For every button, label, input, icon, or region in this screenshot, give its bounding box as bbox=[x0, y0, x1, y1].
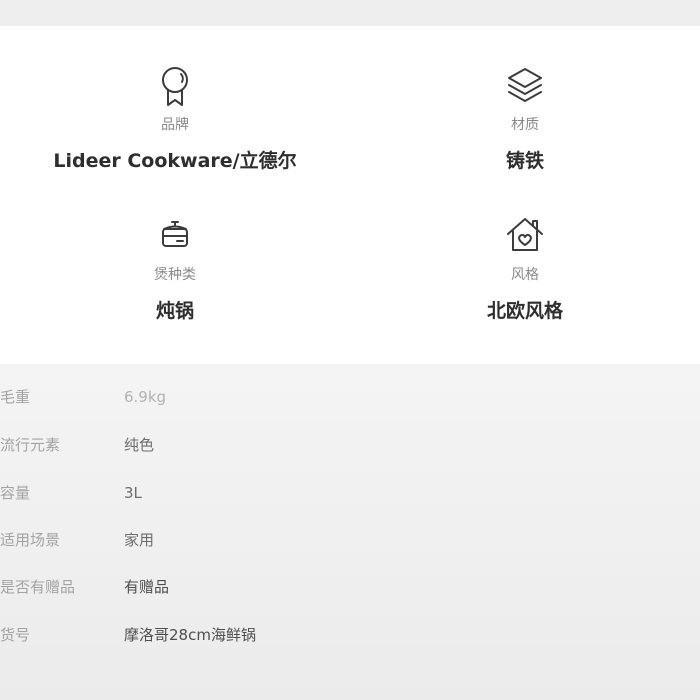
spec-value: 家用 bbox=[124, 531, 155, 549]
spec-key: 流行元素 bbox=[0, 436, 61, 454]
home-heart-icon bbox=[505, 214, 545, 260]
layers-icon bbox=[505, 64, 545, 110]
spec-value: 摩洛哥28cm海鲜锅 bbox=[124, 626, 256, 644]
attribute-label: 风格 bbox=[511, 267, 539, 283]
attribute-value: 北欧风格 bbox=[486, 300, 563, 322]
spec-value: 3L bbox=[124, 484, 142, 502]
spec-row-item-number: 货号 摩洛哥28cm海鲜锅 bbox=[0, 623, 700, 647]
product-attributes-page: 品牌 Lideer Cookware/立德尔 材质 铸铁 煲种类 炖锅 风格 北… bbox=[0, 0, 700, 700]
award-ribbon-icon bbox=[155, 64, 195, 110]
spec-key: 适用场景 bbox=[0, 531, 61, 549]
attribute-label: 煲种类 bbox=[154, 267, 196, 283]
spec-value: 6.9kg bbox=[124, 388, 167, 406]
attribute-brand: 品牌 Lideer Cookware/立德尔 bbox=[0, 64, 350, 173]
pot-icon bbox=[155, 214, 195, 260]
attribute-label: 材质 bbox=[511, 117, 539, 133]
top-strip bbox=[0, 0, 700, 26]
spec-key: 毛重 bbox=[0, 388, 31, 406]
attribute-material: 材质 铸铁 bbox=[350, 64, 700, 173]
spec-value: 纯色 bbox=[124, 436, 155, 454]
spec-row-gross-weight: 毛重 6.9kg bbox=[0, 385, 700, 409]
spec-row-gift: 是否有赠品 有赠品 bbox=[0, 575, 700, 599]
spec-list: 毛重 6.9kg 流行元素 纯色 容量 3L 适用场景 家用 是否有赠品 有赠品… bbox=[0, 364, 700, 700]
attribute-value: 炖锅 bbox=[155, 300, 194, 322]
attribute-pot-type: 煲种类 炖锅 bbox=[0, 214, 350, 323]
spec-key: 容量 bbox=[0, 484, 31, 502]
attribute-label: 品牌 bbox=[161, 117, 189, 133]
spec-key: 货号 bbox=[0, 626, 31, 644]
spec-row-capacity: 容量 3L bbox=[0, 481, 700, 505]
attribute-style: 风格 北欧风格 bbox=[350, 214, 700, 323]
spec-key: 是否有赠品 bbox=[0, 578, 76, 596]
key-attributes-card: 品牌 Lideer Cookware/立德尔 材质 铸铁 煲种类 炖锅 风格 北… bbox=[0, 26, 700, 364]
attribute-value: 铸铁 bbox=[505, 150, 544, 172]
spec-row-popular-element: 流行元素 纯色 bbox=[0, 433, 700, 457]
spec-row-usage-scenario: 适用场景 家用 bbox=[0, 528, 700, 552]
attribute-value: Lideer Cookware/立德尔 bbox=[53, 150, 297, 172]
spec-value: 有赠品 bbox=[124, 578, 170, 596]
